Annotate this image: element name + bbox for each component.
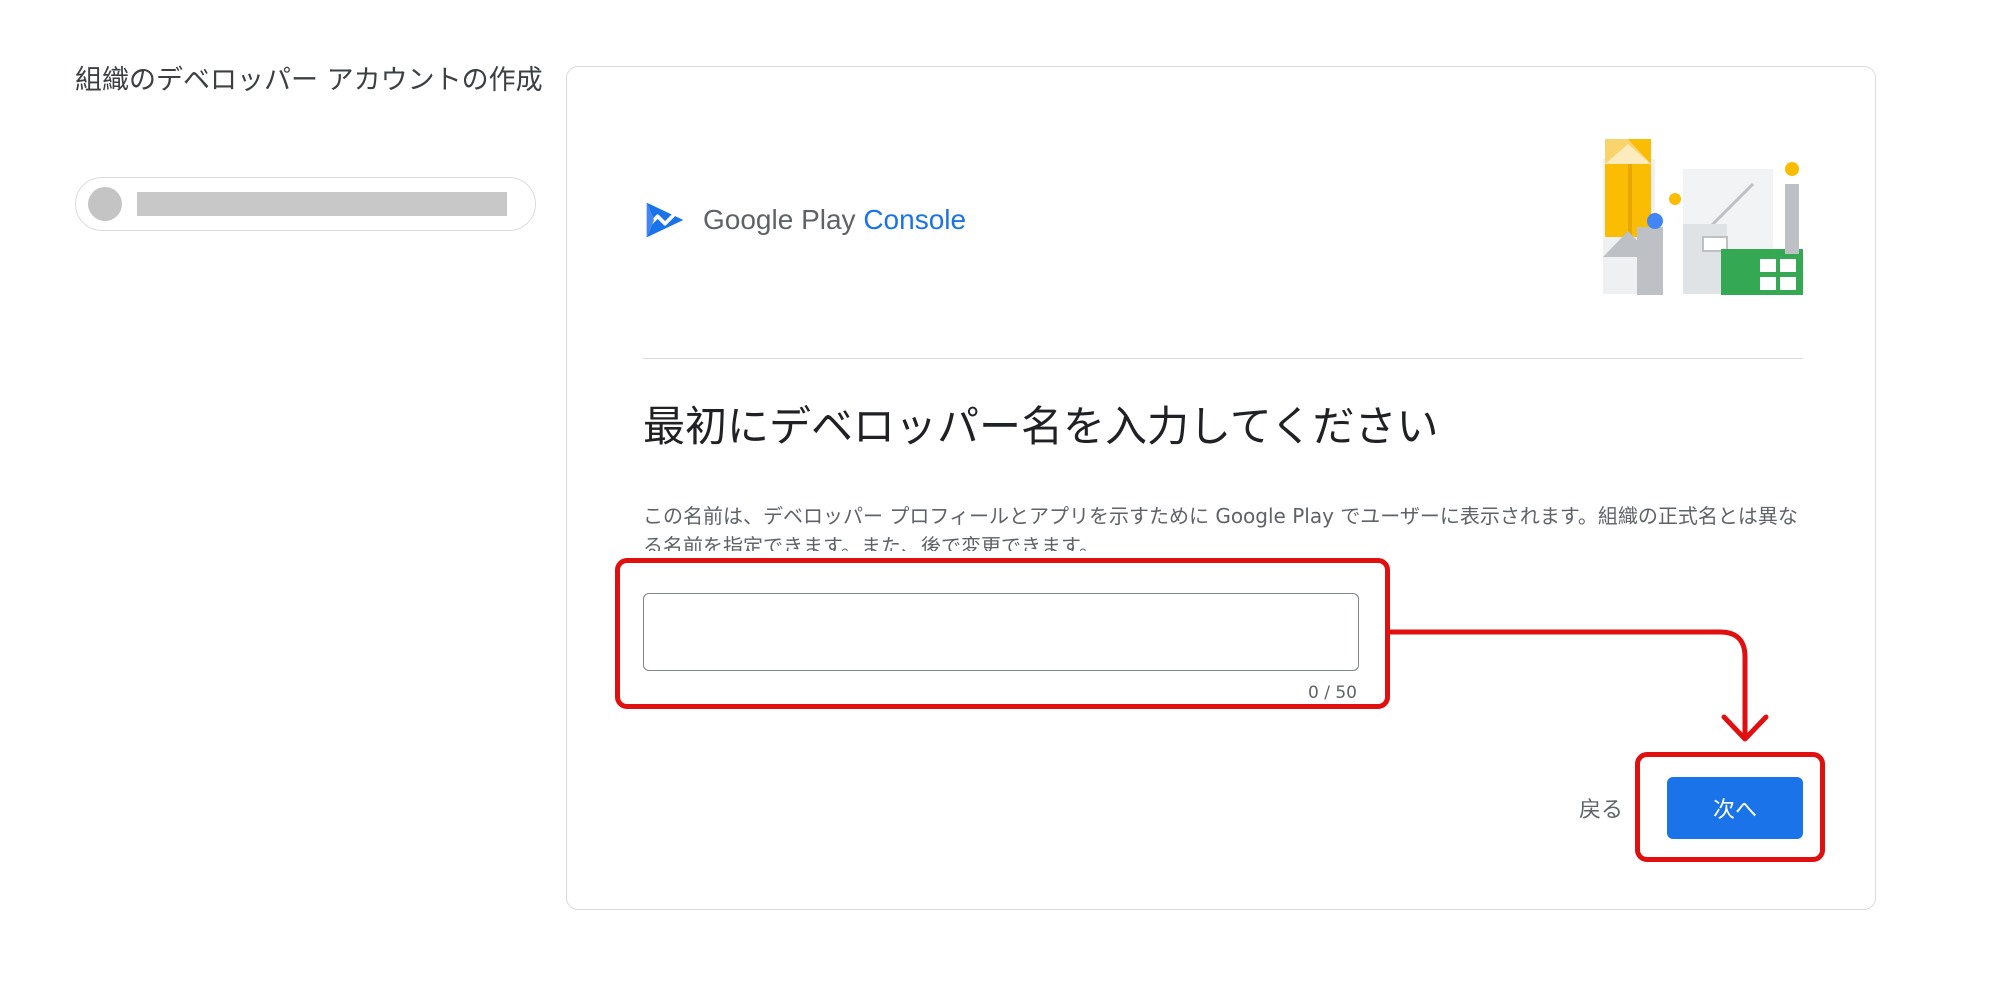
play-console-brand: Google Play Console: [643, 195, 966, 245]
page-title: 組織のデベロッパー アカウントの作成: [75, 65, 543, 96]
avatar: [88, 187, 122, 221]
next-button[interactable]: 次へ: [1667, 777, 1803, 839]
form-heading: 最初にデベロッパー名を入力してください: [643, 402, 1439, 451]
description-container: この名前は、デベロッパー プロフィールとアプリを示すために Google Pla…: [643, 501, 1803, 551]
divider: [643, 358, 1803, 359]
developer-name-input[interactable]: [643, 593, 1359, 671]
brand-console: Console: [863, 204, 967, 235]
account-name-redacted: [137, 192, 507, 216]
account-chip[interactable]: [75, 177, 536, 231]
brand-google-play: Google Play: [703, 204, 856, 235]
form-description: この名前は、デベロッパー プロフィールとアプリを示すために Google Pla…: [643, 504, 1798, 551]
back-button[interactable]: 戻る: [1567, 777, 1635, 839]
brand-name: Google Play Console: [703, 204, 966, 236]
play-console-logo-icon: [646, 202, 684, 238]
google-play-illustration: [1603, 139, 1803, 295]
developer-name-card: Google Play Console 最初にデベロッパー名を入力してください …: [566, 66, 1876, 910]
character-counter: 0 / 50: [1308, 683, 1357, 703]
